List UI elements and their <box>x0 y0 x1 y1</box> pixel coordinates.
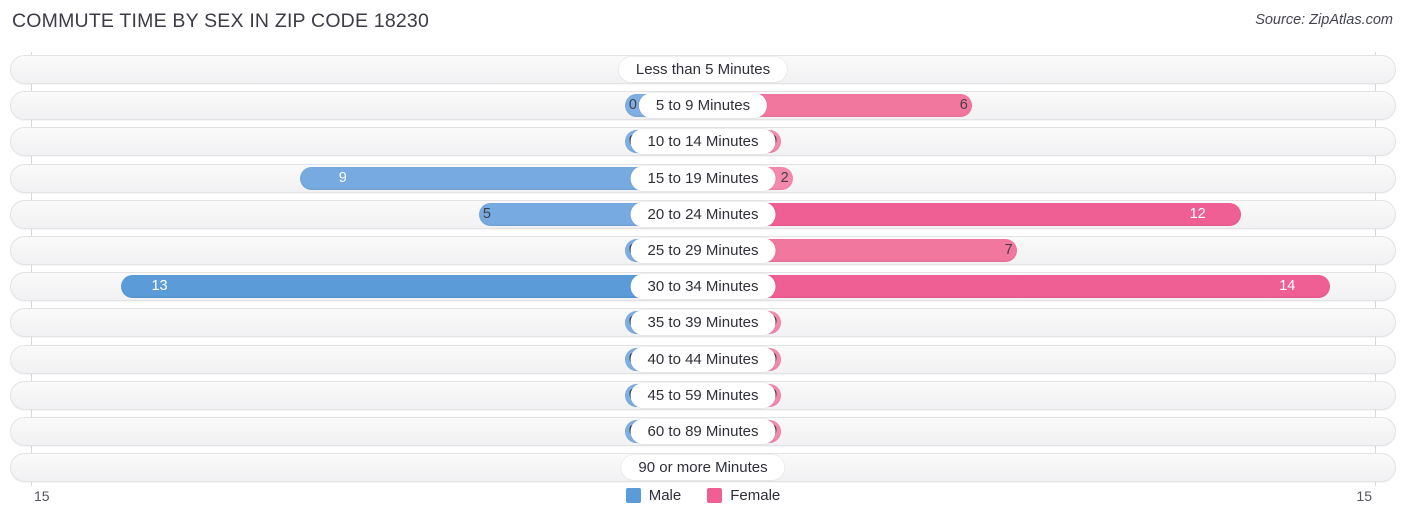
page-title: COMMUTE TIME BY SEX IN ZIP CODE 18230 <box>12 10 430 32</box>
table-row[interactable]: 0090 or more Minutes <box>10 453 1396 483</box>
female-color-swatch-icon <box>707 488 723 503</box>
category-label-pill: 10 to 14 Minutes <box>630 129 776 155</box>
table-row[interactable]: 0040 to 44 Minutes <box>10 344 1396 374</box>
legend-label-male: Male <box>648 487 682 504</box>
category-label-pill: 25 to 29 Minutes <box>630 238 776 263</box>
male-value-label: 9 <box>338 169 347 186</box>
category-label-pill: 90 or more Minutes <box>621 455 785 481</box>
table-row[interactable]: 0060 to 89 Minutes <box>10 417 1396 446</box>
table-row[interactable]: 9 2 15 to 19 Minutes <box>10 163 1396 193</box>
female-bar[interactable] <box>703 202 1241 226</box>
table-row[interactable]: 0045 to 59 Minutes <box>10 380 1396 410</box>
table-row[interactable]: 5 12 20 to 24 Minutes <box>10 199 1396 229</box>
legend: Male Female <box>0 487 1406 504</box>
male-color-swatch-icon <box>625 488 641 503</box>
category-label-pill: Less than 5 Minutes <box>618 57 788 82</box>
female-bar[interactable] <box>703 275 1331 299</box>
category-label-pill: 35 to 39 Minutes <box>630 310 776 336</box>
category-label-pill: 60 to 89 Minutes <box>630 419 776 444</box>
table-row[interactable]: 0010 to 14 Minutes <box>10 127 1396 157</box>
plot-area: 00Less than 5 Minutes 0 6 5 to 9 Minutes 001… <box>10 52 1396 486</box>
commute-time-chart: COMMUTE TIME BY SEX IN ZIP CODE 18230 So… <box>0 0 1406 523</box>
category-label-pill: 30 to 34 Minutes <box>630 274 776 300</box>
female-value-label: 12 <box>1189 205 1206 222</box>
female-value-label: 2 <box>780 169 789 186</box>
female-value-label: 14 <box>1279 278 1296 295</box>
male-bar[interactable] <box>120 275 703 299</box>
category-label-pill: 45 to 59 Minutes <box>630 382 776 408</box>
table-row[interactable]: 00Less than 5 Minutes <box>10 55 1396 84</box>
category-label-pill: 20 to 24 Minutes <box>630 201 776 227</box>
category-label-pill: 5 to 9 Minutes <box>638 93 768 119</box>
male-value-label: 0 <box>628 97 637 114</box>
category-label-pill: 40 to 44 Minutes <box>630 346 776 372</box>
table-row[interactable]: 13 14 30 to 34 Minutes <box>10 272 1396 302</box>
category-label-pill: 15 to 19 Minutes <box>630 165 776 191</box>
source-attribution: Source: ZipAtlas.com <box>1255 12 1393 28</box>
legend-item-female[interactable]: Female <box>707 487 780 504</box>
male-value-label: 5 <box>482 205 491 222</box>
table-row[interactable]: 0035 to 39 Minutes <box>10 308 1396 338</box>
table-row[interactable]: 0 6 5 to 9 Minutes <box>10 91 1396 121</box>
legend-label-female: Female <box>730 487 781 504</box>
male-value-label: 13 <box>151 278 168 295</box>
female-value-label: 6 <box>959 97 968 114</box>
table-row[interactable]: 0725 to 29 Minutes <box>10 236 1396 265</box>
female-value-label: 7 <box>1004 242 1013 258</box>
legend-item-male[interactable]: Male <box>625 487 682 504</box>
